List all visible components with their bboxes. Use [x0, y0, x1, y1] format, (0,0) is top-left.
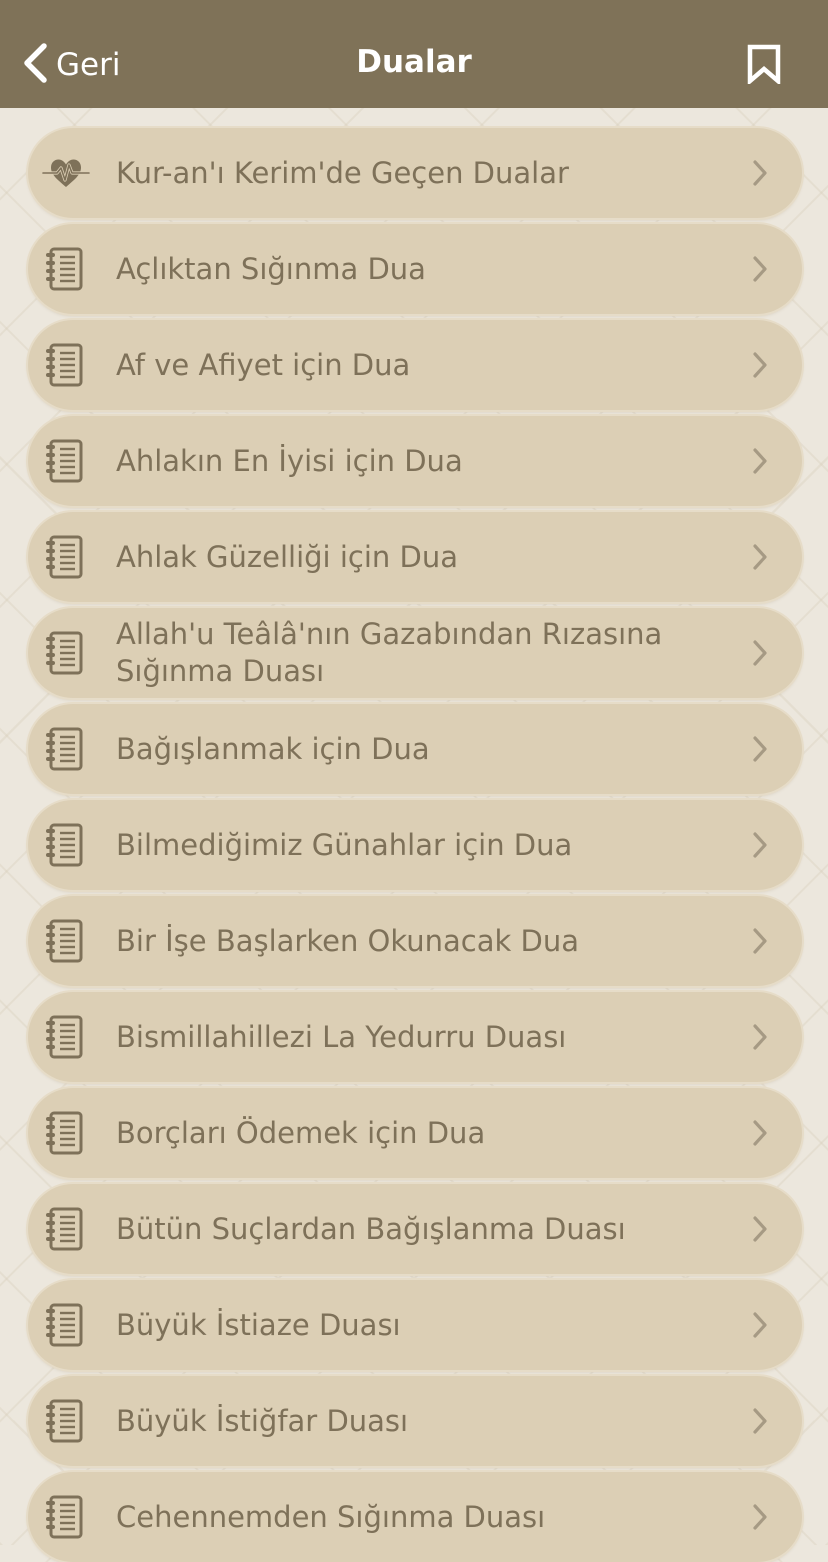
- list-item[interactable]: Büyük İstiğfar Duası: [28, 1376, 802, 1466]
- list-item[interactable]: Cehennemden Sığınma Duası: [28, 1472, 802, 1562]
- list-item-label: Ahlak Güzelliği için Dua: [116, 539, 458, 574]
- back-button[interactable]: Geri: [22, 38, 120, 92]
- list-item-label: Kur-an'ı Kerim'de Geçen Dualar: [116, 155, 569, 190]
- list-item-label: Bismillahillezi La Yedurru Duası: [116, 1019, 567, 1054]
- notebook-icon: [42, 1493, 90, 1541]
- list-item[interactable]: Af ve Afiyet için Dua: [28, 320, 802, 410]
- list-item[interactable]: Büyük İstiaze Duası: [28, 1280, 802, 1370]
- chevron-right-icon: [750, 1214, 770, 1244]
- heartbeat-icon: [42, 149, 90, 197]
- list-item[interactable]: Kur-an'ı Kerim'de Geçen Dualar: [28, 128, 802, 218]
- list-item-label: Cehennemden Sığınma Duası: [116, 1499, 546, 1534]
- notebook-icon: [42, 437, 90, 485]
- chevron-right-icon: [750, 638, 770, 668]
- notebook-icon: [42, 821, 90, 869]
- list-item[interactable]: Bütün Suçlardan Bağışlanma Duası: [28, 1184, 802, 1274]
- list-item[interactable]: Bağışlanmak için Dua: [28, 704, 802, 794]
- chevron-right-icon: [750, 926, 770, 956]
- chevron-right-icon: [750, 350, 770, 380]
- list-item[interactable]: Ahlakın En İyisi için Dua: [28, 416, 802, 506]
- list-item[interactable]: Allah'u Teâlâ'nın Gazabından Rızasına Sı…: [28, 608, 802, 698]
- chevron-right-icon: [750, 158, 770, 188]
- list-item-label: Af ve Afiyet için Dua: [116, 347, 411, 382]
- chevron-right-icon: [750, 830, 770, 860]
- chevron-right-icon: [750, 1502, 770, 1532]
- notebook-icon: [42, 1109, 90, 1157]
- list-item[interactable]: Ahlak Güzelliği için Dua: [28, 512, 802, 602]
- list-item-label: Bilmediğimiz Günahlar için Dua: [116, 827, 573, 862]
- chevron-right-icon: [750, 542, 770, 572]
- list-item-label: Bir İşe Başlarken Okunacak Dua: [116, 923, 580, 958]
- list-item-label: Ahlakın En İyisi için Dua: [116, 443, 463, 478]
- chevron-right-icon: [750, 734, 770, 764]
- list-item[interactable]: Bilmediğimiz Günahlar için Dua: [28, 800, 802, 890]
- list-item[interactable]: Bismillahillezi La Yedurru Duası: [28, 992, 802, 1082]
- list-item[interactable]: Borçları Ödemek için Dua: [28, 1088, 802, 1178]
- list-item-label: Bütün Suçlardan Bağışlanma Duası: [116, 1211, 626, 1246]
- list-item-label: Allah'u Teâlâ'nın Gazabından Rızasına Sı…: [116, 617, 663, 688]
- list-item-label: Açlıktan Sığınma Dua: [116, 251, 426, 286]
- chevron-right-icon: [750, 1406, 770, 1436]
- list-item[interactable]: Açlıktan Sığınma Dua: [28, 224, 802, 314]
- back-label: Geri: [56, 47, 121, 83]
- list-item[interactable]: Bir İşe Başlarken Okunacak Dua: [28, 896, 802, 986]
- chevron-left-icon: [22, 42, 48, 88]
- notebook-icon: [42, 533, 90, 581]
- chevron-right-icon: [750, 446, 770, 476]
- notebook-icon: [42, 341, 90, 389]
- notebook-icon: [42, 629, 90, 677]
- notebook-icon: [42, 917, 90, 965]
- notebook-icon: [42, 245, 90, 293]
- list-item-label: Büyük İstiaze Duası: [116, 1307, 401, 1342]
- notebook-icon: [42, 1301, 90, 1349]
- bookmark-icon: [744, 44, 784, 88]
- chevron-right-icon: [750, 254, 770, 284]
- list-item-label: Büyük İstiğfar Duası: [116, 1403, 409, 1438]
- bookmark-button[interactable]: [744, 44, 784, 86]
- notebook-icon: [42, 1013, 90, 1061]
- page-title: Dualar: [356, 44, 472, 80]
- chevron-right-icon: [750, 1022, 770, 1052]
- notebook-icon: [42, 1397, 90, 1445]
- notebook-icon: [42, 725, 90, 773]
- notebook-icon: [42, 1205, 90, 1253]
- navigation-bar: Geri Dualar: [0, 0, 828, 108]
- list-item-label: Borçları Ödemek için Dua: [116, 1115, 486, 1150]
- chevron-right-icon: [750, 1118, 770, 1148]
- chevron-right-icon: [750, 1310, 770, 1340]
- list-item-label: Bağışlanmak için Dua: [116, 731, 430, 766]
